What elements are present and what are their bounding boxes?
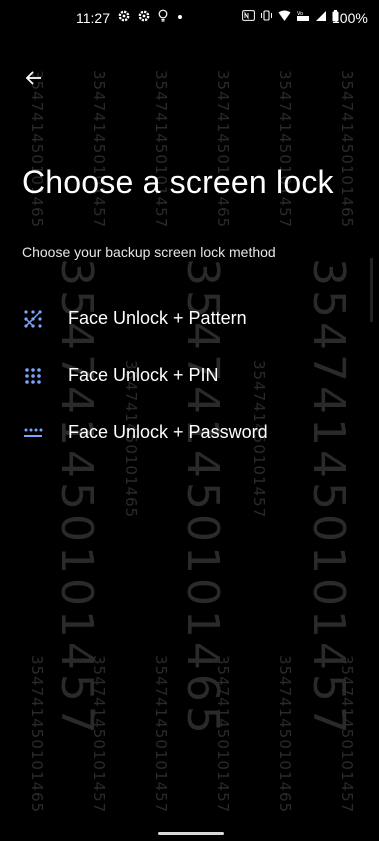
status-right-icons: Vo [242,9,339,22]
option-pin[interactable]: Face Unlock + PIN [6,347,373,404]
lock-options-list: Face Unlock + Pattern Face Unlock + PIN [6,290,373,461]
back-button[interactable] [20,64,48,92]
watermark-text: 354741450101457 [90,70,108,229]
arrow-left-icon [25,71,41,85]
watermark-text: 354741450101457 [338,655,356,814]
status-bar: 11:27 Vo 100% [6,0,373,36]
screen: 354741450101465 354741450101457 35474145… [6,0,373,841]
watermark-text: 354741450101465 [338,70,356,229]
page-subtitle: Choose your backup screen lock method [22,244,276,260]
bulb-icon [158,9,168,22]
signal-icon [316,10,326,21]
watermark-text: 354741450101465 [276,655,294,814]
status-left-icons [118,9,184,22]
page-title: Choose a screen lock [22,164,334,200]
status-time: 11:27 [76,10,110,26]
option-label: Face Unlock + Password [68,422,268,442]
nfc-icon [242,10,255,21]
watermark-text: 354741450101457 [152,655,170,814]
dot-icon [178,14,182,19]
pattern-icon [22,308,44,330]
volte-icon: Vo [297,11,309,21]
watermark-text: 354741450101457 [276,70,294,229]
watermark-text: 354741450101457 [152,70,170,229]
watermark-text: 354741450101457 [214,655,232,814]
battery-percentage: 100% [332,10,368,26]
watermark-text: 354741450101465 [28,655,46,814]
option-password[interactable]: Face Unlock + Password [6,404,373,461]
pin-icon [22,365,44,387]
option-label: Face Unlock + Pattern [68,308,247,328]
gear-icon [118,10,130,21]
watermark-text: 354741450101457 [90,655,108,814]
vibrate-icon [261,10,272,21]
option-label: Face Unlock + PIN [68,365,219,385]
watermark-text: 354741450101465 [214,70,232,229]
wifi-icon [278,10,291,21]
watermark-text: 354741450101465 [28,70,46,229]
home-indicator[interactable] [158,832,224,835]
password-icon [22,422,44,444]
gear-icon [138,10,150,21]
option-pattern[interactable]: Face Unlock + Pattern [6,290,373,347]
